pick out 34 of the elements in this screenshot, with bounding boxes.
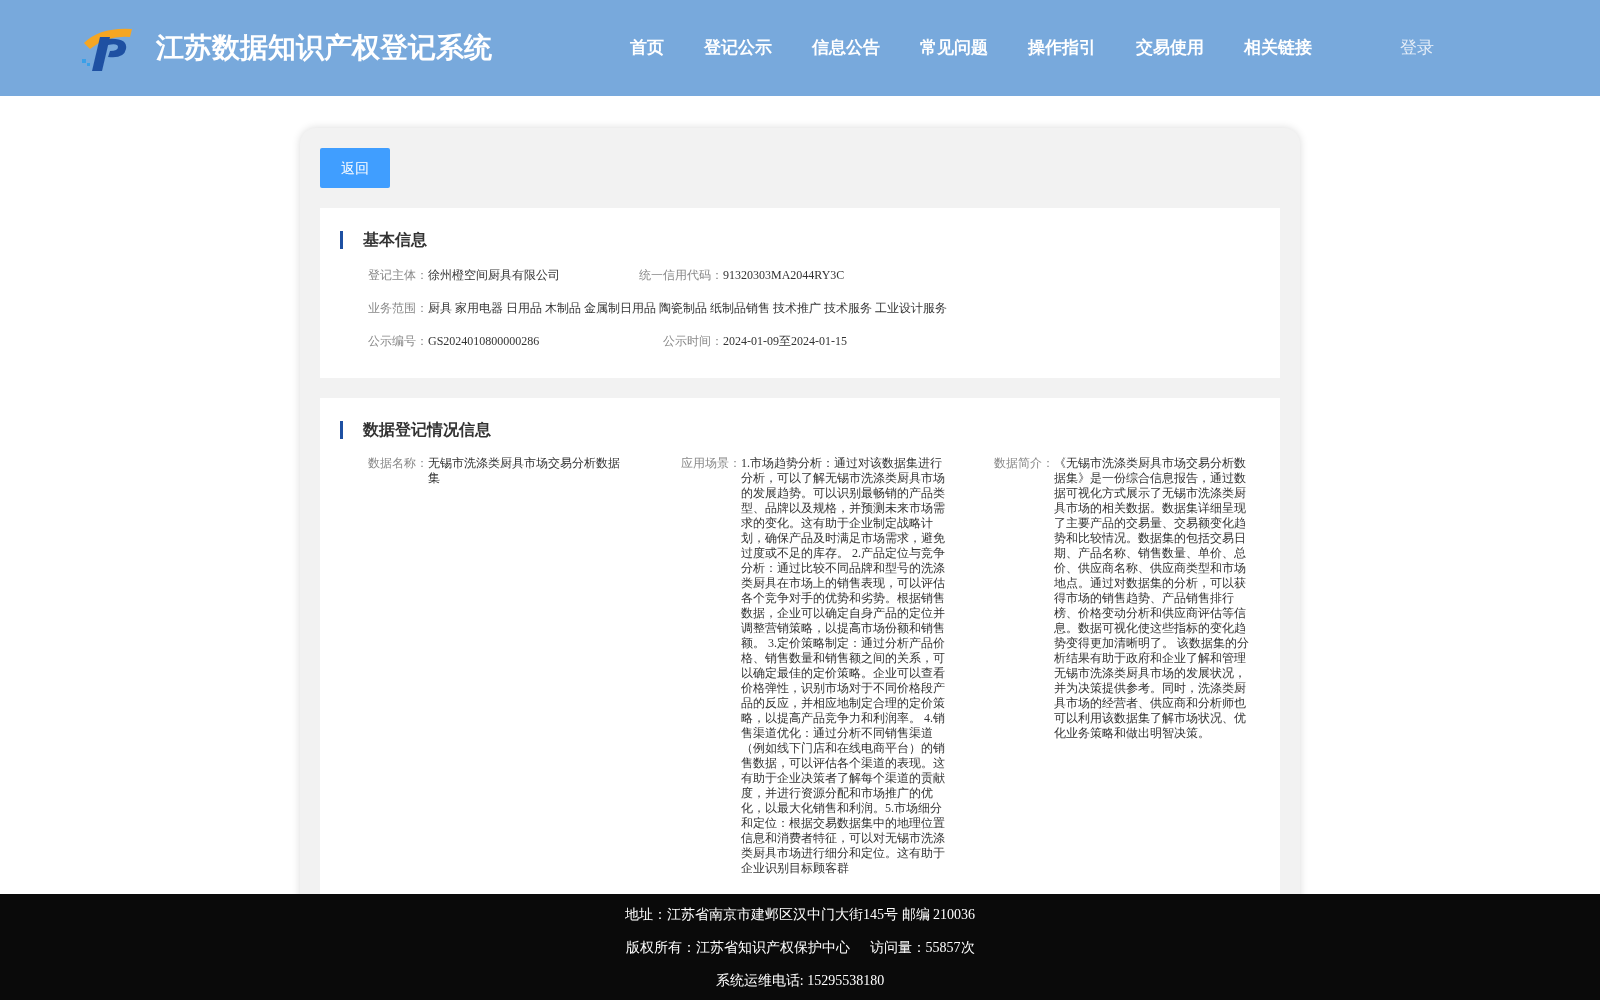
- field-label: 业务范围：: [367, 300, 428, 317]
- field-label: 应用场景：: [680, 456, 741, 472]
- field-label: 数据简介：: [993, 456, 1054, 472]
- field-value: 1.市场趋势分析：通过对该数据集进行分析，可以了解无锡市洗涤类厨具市场的发展趋势。可以识别最畅销的产品类型、品牌以及规格，并预测未来市场需求的变化。这有助于企业制定战略计划，确保产品及时满足市场需求，避免过度或不足的库存。 2.产品定位与竞争分析：通过比较不同品牌和型号的洗涤类厨具在市场上的销售表现，可以评估各个竞争对手的优势和劣势。根据销售数据，企业可以确定自身产品的定位并调整营销策略，以提高市场份额和销售额。 3.定价策略制定：通过分析产品价格、销售数量和销售额之间的关系，可以确定最佳的定价策略。企业可以查看价格弹性，识别市场对于不同价格段产品的反应，并相应地制定合理的定价策略，以提高产品竞争力和利润率。 4.销售渠道优化：通过分析不同销售渠道（例如线下门店和在线电商平台）的销售数据，可以评估各个渠道的表现。这有助于企业决策者了解每个渠道的贡献度，并进行资源分配和市场推广的优化，以最大化销售和利润。5.市场细分和定位：根据交易数据集中的地理位置信息和消费者特征，可以对无锡市洗涤类厨具市场进行细分和定位。这有助于企业识别目标顾客群: [741, 456, 946, 876]
- nav-link[interactable]: 登记公示: [704, 35, 772, 61]
- field-value: 徐州橙空间厨具有限公司: [428, 267, 560, 284]
- title-accent-bar: [340, 231, 343, 249]
- nav-link[interactable]: 信息公告: [812, 35, 880, 61]
- visit-count: 访问量：55857次: [869, 938, 975, 957]
- field-label: 公示时间：: [662, 333, 723, 350]
- site-title: 江苏数据知识产权登记系统: [156, 31, 492, 65]
- nav-link[interactable]: 操作指引: [1028, 35, 1096, 61]
- login-link[interactable]: 登录: [1400, 35, 1434, 61]
- back-button[interactable]: 返回: [320, 148, 390, 188]
- field-value: 《无锡市洗涤类厨具市场交易分析数据集》是一份综合信息报告，通过数据可视化方式展示了无锡市洗涤类厨具市场的相关数据。数据集详细呈现了主要产品的交易量、交易额变化趋势和比较情况。数据集的包括交易日期、产品名称、销售数量、单价、总价、供应商名称、供应商类型和市场地点。通过对数据集的分析，可以获得市场的销售趋势、产品销售排行榜、价格变动分析和供应商评估等信息。数据可视化使这些指标的变化趋势变得更加清晰明了。 该数据集的分析结果有助于政府和企业了解和管理无锡市洗涤类厨具市场的发展状况，并为决策提供参考。同时，洗涤类厨具市场的经营者、供应商和分析师也可以利用该数据集了解市场状况、优化业务策略和做出明智决策。: [1054, 456, 1250, 742]
- field-label: 数据名称：: [367, 456, 428, 472]
- field-value: GS2024010800000286: [428, 333, 540, 350]
- nav-link[interactable]: 相关链接: [1244, 35, 1312, 61]
- field-label: 登记主体：: [367, 267, 428, 284]
- field-value: 无锡市洗涤类厨具市场交易分析数据集: [428, 456, 621, 487]
- field-label: 公示编号：: [367, 333, 428, 350]
- field-value: 91320303MA2044RY3C: [723, 267, 845, 284]
- footer-phone: 系统运维电话: 15295538180: [715, 971, 885, 990]
- title-accent-bar: [340, 421, 343, 439]
- nav-link[interactable]: 首页: [630, 35, 664, 61]
- section-title: 数据登记情况信息: [363, 420, 491, 440]
- footer-address: 地址：江苏省南京市建邺区汉中门大街145号 邮编 210036: [625, 905, 975, 924]
- nav-link[interactable]: 交易使用: [1136, 35, 1204, 61]
- footer-copyright: 版权所有：江苏省知识产权保护中心: [625, 938, 850, 957]
- section-title: 基本信息: [363, 230, 427, 250]
- field-value: 2024-01-09至2024-01-15: [723, 333, 847, 350]
- nav-link[interactable]: 常见问题: [920, 35, 988, 61]
- field-value: 厨具 家用电器 日用品 木制品 金属制日用品 陶瓷制品 纸制品销售 技术推广 技术服务 工业设计服务: [428, 300, 947, 317]
- field-label: 统一信用代码：: [639, 267, 723, 284]
